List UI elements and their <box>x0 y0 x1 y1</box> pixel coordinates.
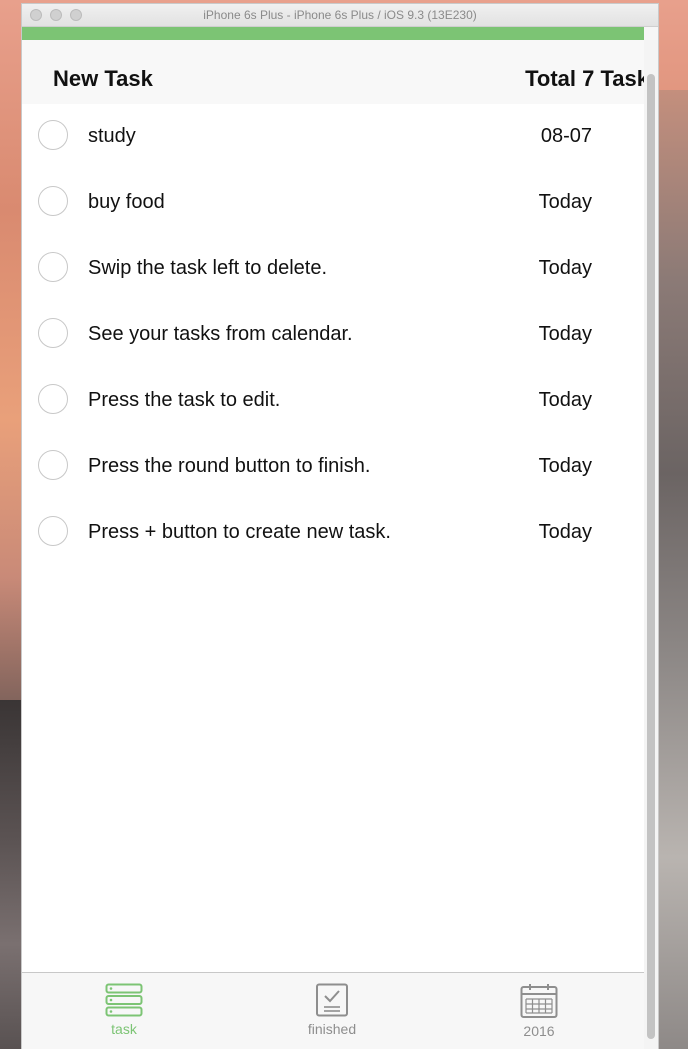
task-row[interactable]: Press the round button to finish. Today <box>22 434 644 500</box>
task-title: See your tasks from calendar. <box>88 323 353 345</box>
task-title: Press the round button to finish. <box>88 455 371 477</box>
total-task-count: Total 7 Task <box>525 66 644 91</box>
finish-task-button[interactable] <box>38 318 68 348</box>
task-row[interactable]: study 08-07 <box>22 104 644 170</box>
checklist-icon <box>316 983 348 1017</box>
finish-task-button[interactable] <box>38 186 68 216</box>
task-date: Today <box>538 257 592 279</box>
task-date: Today <box>538 323 592 345</box>
task-date: Today <box>538 191 592 213</box>
scrollbar-thumb[interactable] <box>647 74 655 1039</box>
tab-bar: task finished 2016 <box>22 972 644 1049</box>
navigation-bar: New Task Total 7 Task <box>22 40 644 104</box>
finish-task-button[interactable] <box>38 120 68 150</box>
window-title: iPhone 6s Plus - iPhone 6s Plus / iOS 9.… <box>203 8 477 22</box>
progress-bar <box>22 27 644 40</box>
app-screen: New Task Total 7 Task study 08-07 buy fo… <box>22 40 644 1049</box>
task-date: Today <box>538 521 592 543</box>
tab-finished-label: finished <box>307 1021 357 1037</box>
task-title: study <box>88 125 136 147</box>
tab-calendar[interactable]: 2016 <box>479 983 599 1039</box>
task-row[interactable]: See your tasks from calendar. Today <box>22 302 644 368</box>
task-title: buy food <box>88 191 165 213</box>
task-list: study 08-07 buy food Today Swip the task… <box>22 104 644 566</box>
task-row[interactable]: Swip the task left to delete. Today <box>22 236 644 302</box>
task-date: Today <box>538 389 592 411</box>
new-task-button[interactable]: New Task <box>53 66 153 92</box>
list-empty-area <box>22 566 644 972</box>
simulator-window: iPhone 6s Plus - iPhone 6s Plus / iOS 9.… <box>22 4 658 1049</box>
tab-task[interactable]: task <box>64 983 184 1037</box>
window-titlebar: iPhone 6s Plus - iPhone 6s Plus / iOS 9.… <box>22 4 658 27</box>
calendar-icon <box>520 984 558 1018</box>
task-row[interactable]: Press the task to edit. Today <box>22 368 644 434</box>
desktop-background-left <box>0 700 22 1049</box>
server-stack-icon <box>105 983 143 1017</box>
task-row[interactable]: buy food Today <box>22 170 644 236</box>
task-date: Today <box>538 455 592 477</box>
finish-task-button[interactable] <box>38 516 68 546</box>
tab-task-label: task <box>111 1021 137 1037</box>
finish-task-button[interactable] <box>38 384 68 414</box>
tab-calendar-label: 2016 <box>523 1023 555 1039</box>
tab-finished[interactable]: finished <box>272 983 392 1037</box>
task-row[interactable]: Press + button to create new task. Today <box>22 500 644 566</box>
task-title: Press the task to edit. <box>88 389 281 411</box>
task-title: Swip the task left to delete. <box>88 257 328 279</box>
task-date: 08-07 <box>540 125 592 147</box>
finish-task-button[interactable] <box>38 252 68 282</box>
task-title: Press + button to create new task. <box>88 521 391 543</box>
finish-task-button[interactable] <box>38 450 68 480</box>
